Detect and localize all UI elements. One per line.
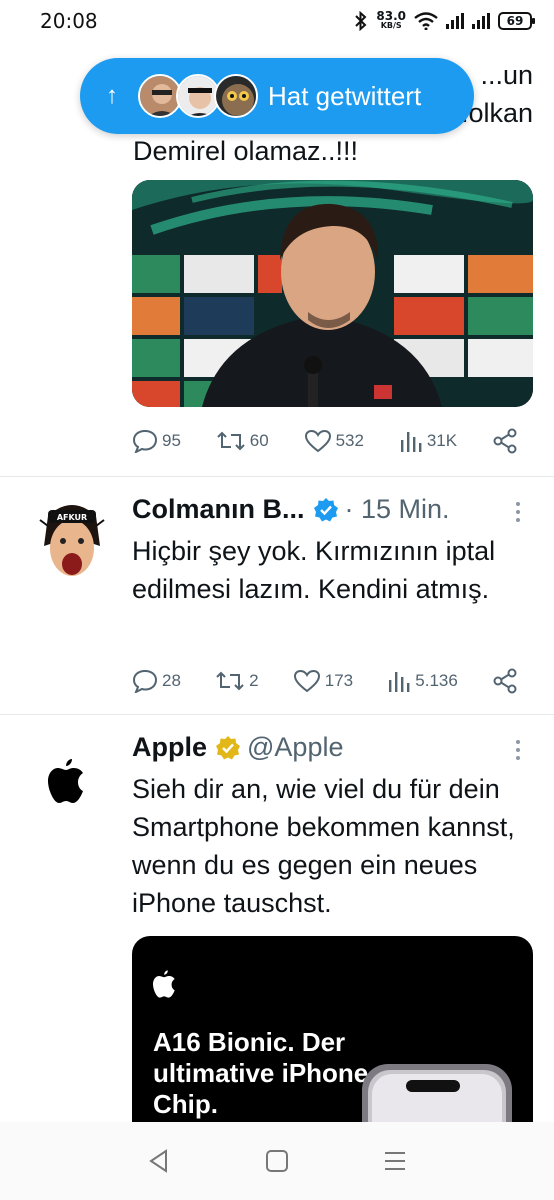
signal-icon bbox=[472, 13, 490, 29]
status-icons: 83.0 KB/S 69 bbox=[354, 9, 535, 31]
arrow-up-icon: ↑ bbox=[106, 82, 118, 109]
views-icon bbox=[389, 672, 410, 692]
divider bbox=[0, 714, 554, 715]
home-icon[interactable] bbox=[264, 1148, 290, 1174]
network-speed: 83.0 KB/S bbox=[376, 9, 406, 30]
pill-label: Hat getwittert bbox=[268, 80, 422, 111]
promo-card[interactable]: A16 Bionic. Der ultimative iPhone Chip. bbox=[132, 936, 533, 1126]
share-button[interactable] bbox=[492, 428, 518, 454]
author-name[interactable]: Colmanın B... bbox=[132, 494, 305, 525]
promo-headline: A16 Bionic. Der ultimative iPhone Chip. bbox=[153, 1027, 369, 1119]
divider bbox=[0, 476, 554, 477]
views-button[interactable]: 5.136 bbox=[387, 670, 458, 692]
pill-avatars bbox=[138, 74, 258, 118]
system-navbar bbox=[0, 1122, 554, 1200]
heart-icon bbox=[293, 669, 320, 693]
apple-logo-icon[interactable] bbox=[48, 756, 90, 806]
tweet-text: Sieh dir an, wie viel du für dein Smartp… bbox=[132, 774, 515, 918]
apple-logo-icon bbox=[153, 970, 175, 998]
share-icon bbox=[493, 668, 517, 694]
share-button[interactable] bbox=[492, 668, 518, 694]
tweet-text: Hiçbir şey yok. Kırmızının iptal edilmes… bbox=[132, 536, 496, 604]
reply-icon bbox=[132, 669, 158, 693]
views-button[interactable]: 31K bbox=[399, 430, 457, 452]
reply-button[interactable]: 28 bbox=[132, 669, 181, 693]
tweet-actions: 28 2 173 5.136 bbox=[132, 666, 518, 696]
like-button[interactable]: 173 bbox=[293, 669, 353, 693]
tweet-header: Colmanın B... · 15 Min. bbox=[132, 494, 450, 525]
bluetooth-icon bbox=[355, 11, 367, 31]
retweet-icon bbox=[217, 431, 245, 451]
recents-icon[interactable] bbox=[382, 1148, 408, 1174]
tweet-actions: 95 60 532 31K bbox=[132, 426, 518, 456]
svg-text:AFKUR: AFKUR bbox=[57, 513, 87, 522]
retweet-button[interactable]: 60 bbox=[216, 429, 269, 453]
new-tweets-pill[interactable]: ↑ Hat getwittert bbox=[80, 58, 474, 134]
more-options-icon[interactable] bbox=[512, 502, 524, 522]
avatar[interactable]: AFKUR bbox=[38, 496, 106, 586]
tweet-image[interactable] bbox=[132, 180, 533, 407]
verified-badge-icon bbox=[216, 735, 241, 759]
clock: 20:08 bbox=[40, 9, 98, 33]
signal-icon bbox=[446, 13, 464, 29]
tweet-header: Apple @Apple bbox=[132, 732, 343, 763]
press-conference-photo bbox=[132, 180, 533, 407]
more-options-icon[interactable] bbox=[512, 740, 524, 760]
like-button[interactable]: 532 bbox=[304, 429, 364, 453]
battery-icon: 69 bbox=[498, 12, 535, 30]
share-icon bbox=[493, 428, 517, 454]
author-name[interactable]: Apple bbox=[132, 732, 207, 763]
iphone-image bbox=[362, 1064, 512, 1126]
tweet-time: · 15 Min. bbox=[344, 494, 450, 524]
verified-badge-icon bbox=[313, 497, 338, 521]
author-handle: @Apple bbox=[247, 732, 344, 762]
reply-icon bbox=[132, 429, 158, 453]
back-icon[interactable] bbox=[146, 1148, 172, 1174]
heart-icon bbox=[304, 429, 331, 453]
avatar bbox=[214, 74, 258, 118]
retweet-icon bbox=[216, 671, 244, 691]
wifi-icon bbox=[414, 12, 438, 30]
retweet-button[interactable]: 2 bbox=[215, 669, 259, 693]
status-bar: 20:08 83.0 KB/S 69 bbox=[0, 0, 554, 42]
views-icon bbox=[400, 432, 422, 452]
reply-button[interactable]: 95 bbox=[132, 429, 181, 453]
